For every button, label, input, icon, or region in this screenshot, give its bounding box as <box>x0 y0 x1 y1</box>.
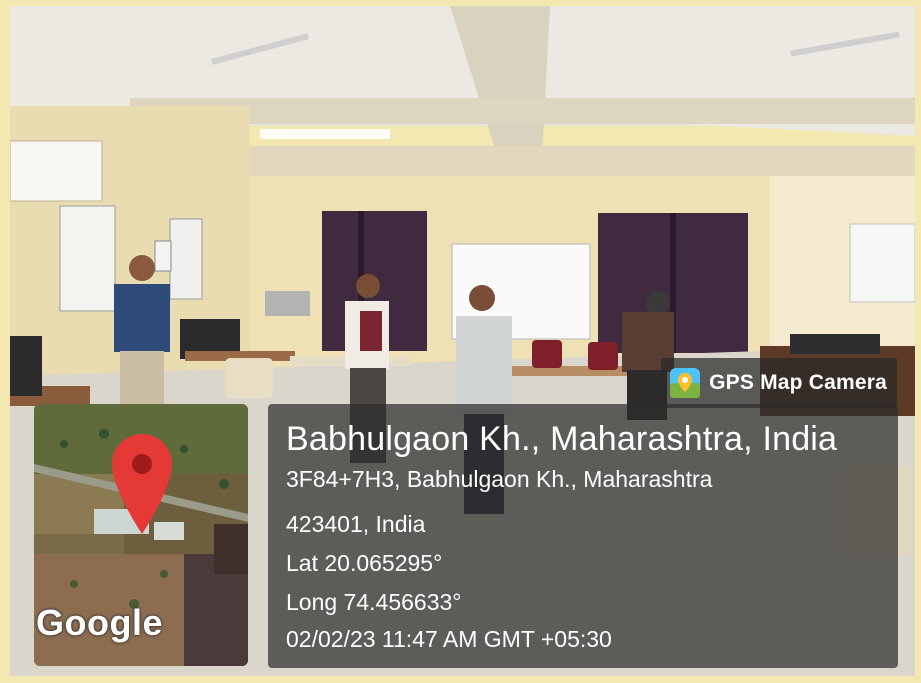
location-info-panel: Babhulgaon Kh., Maharashtra, India 3F84+… <box>268 404 898 668</box>
map-pin-camera-icon <box>670 368 701 398</box>
location-title: Babhulgaon Kh., Maharashtra, India <box>286 420 838 458</box>
address-line-2: 423401, India <box>286 511 426 537</box>
map-attribution: Google <box>36 602 163 643</box>
longitude: Long 74.456633° <box>286 589 462 615</box>
timestamp: 02/02/23 11:47 AM GMT +05:30 <box>286 626 612 652</box>
photo-frame: GPS Map Camera Google Babhulgaon Kh., Ma… <box>0 0 921 683</box>
address-line-1: 3F84+7H3, Babhulgaon Kh., Maharashtra <box>286 466 713 492</box>
latitude: Lat 20.065295° <box>286 550 443 576</box>
gps-map-camera-badge: GPS Map Camera <box>661 358 897 408</box>
minimap: Google <box>34 404 248 666</box>
badge-label: GPS Map Camera <box>709 371 887 394</box>
